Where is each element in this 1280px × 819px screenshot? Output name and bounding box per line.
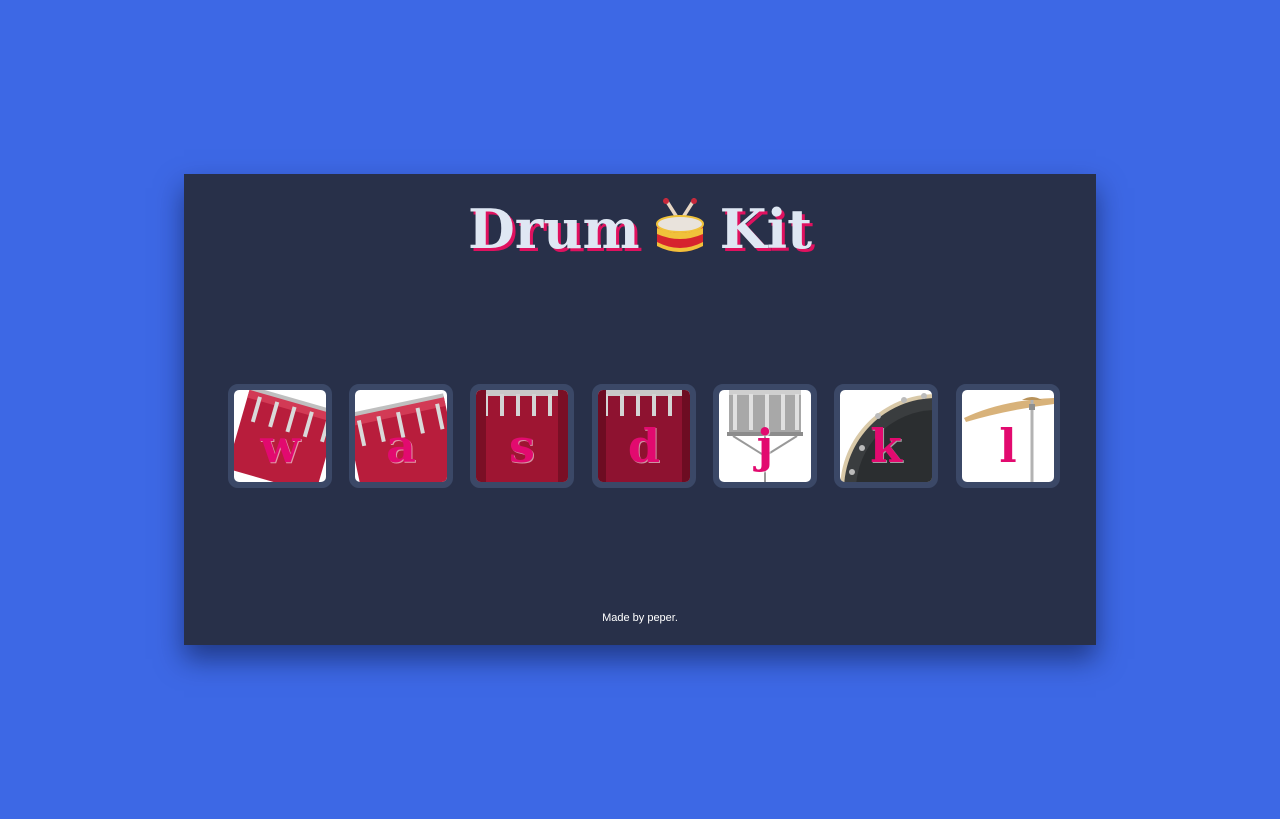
pad-key-label: a — [386, 419, 416, 473]
footer-credit: Made by peper. — [602, 612, 678, 624]
pad-key-label: l — [999, 419, 1017, 473]
title-word-drum: Drum — [467, 196, 640, 261]
pad-key-label: w — [260, 419, 300, 473]
drum-pads: w a s d j k l — [228, 384, 1068, 492]
title-word-kit: Kit — [719, 196, 813, 261]
pad-key-label: d — [627, 419, 661, 473]
drum-kit-panel: Drum Kit w a s d j k l Made by peper. — [184, 174, 1096, 645]
pad-image: d — [598, 390, 690, 482]
drum-pad-l[interactable]: l — [956, 384, 1060, 488]
pad-image: a — [355, 390, 447, 482]
drum-pad-d[interactable]: d — [592, 384, 696, 488]
drum-pad-k[interactable]: k — [834, 384, 938, 488]
drum-pad-s[interactable]: s — [470, 384, 574, 488]
pad-image: s — [476, 390, 568, 482]
drum-icon — [654, 197, 706, 256]
pad-key-label: j — [756, 419, 774, 473]
pad-key-label: k — [870, 419, 902, 473]
pad-image: w — [234, 390, 326, 482]
pad-image: j — [719, 390, 811, 482]
drum-pad-w[interactable]: w — [228, 384, 332, 488]
page-title: Drum Kit — [184, 192, 1096, 261]
pad-image: k — [840, 390, 932, 482]
pad-key-label: s — [509, 419, 535, 473]
pad-image: l — [962, 390, 1054, 482]
drum-pad-j[interactable]: j — [713, 384, 817, 488]
drum-pad-a[interactable]: a — [349, 384, 453, 488]
